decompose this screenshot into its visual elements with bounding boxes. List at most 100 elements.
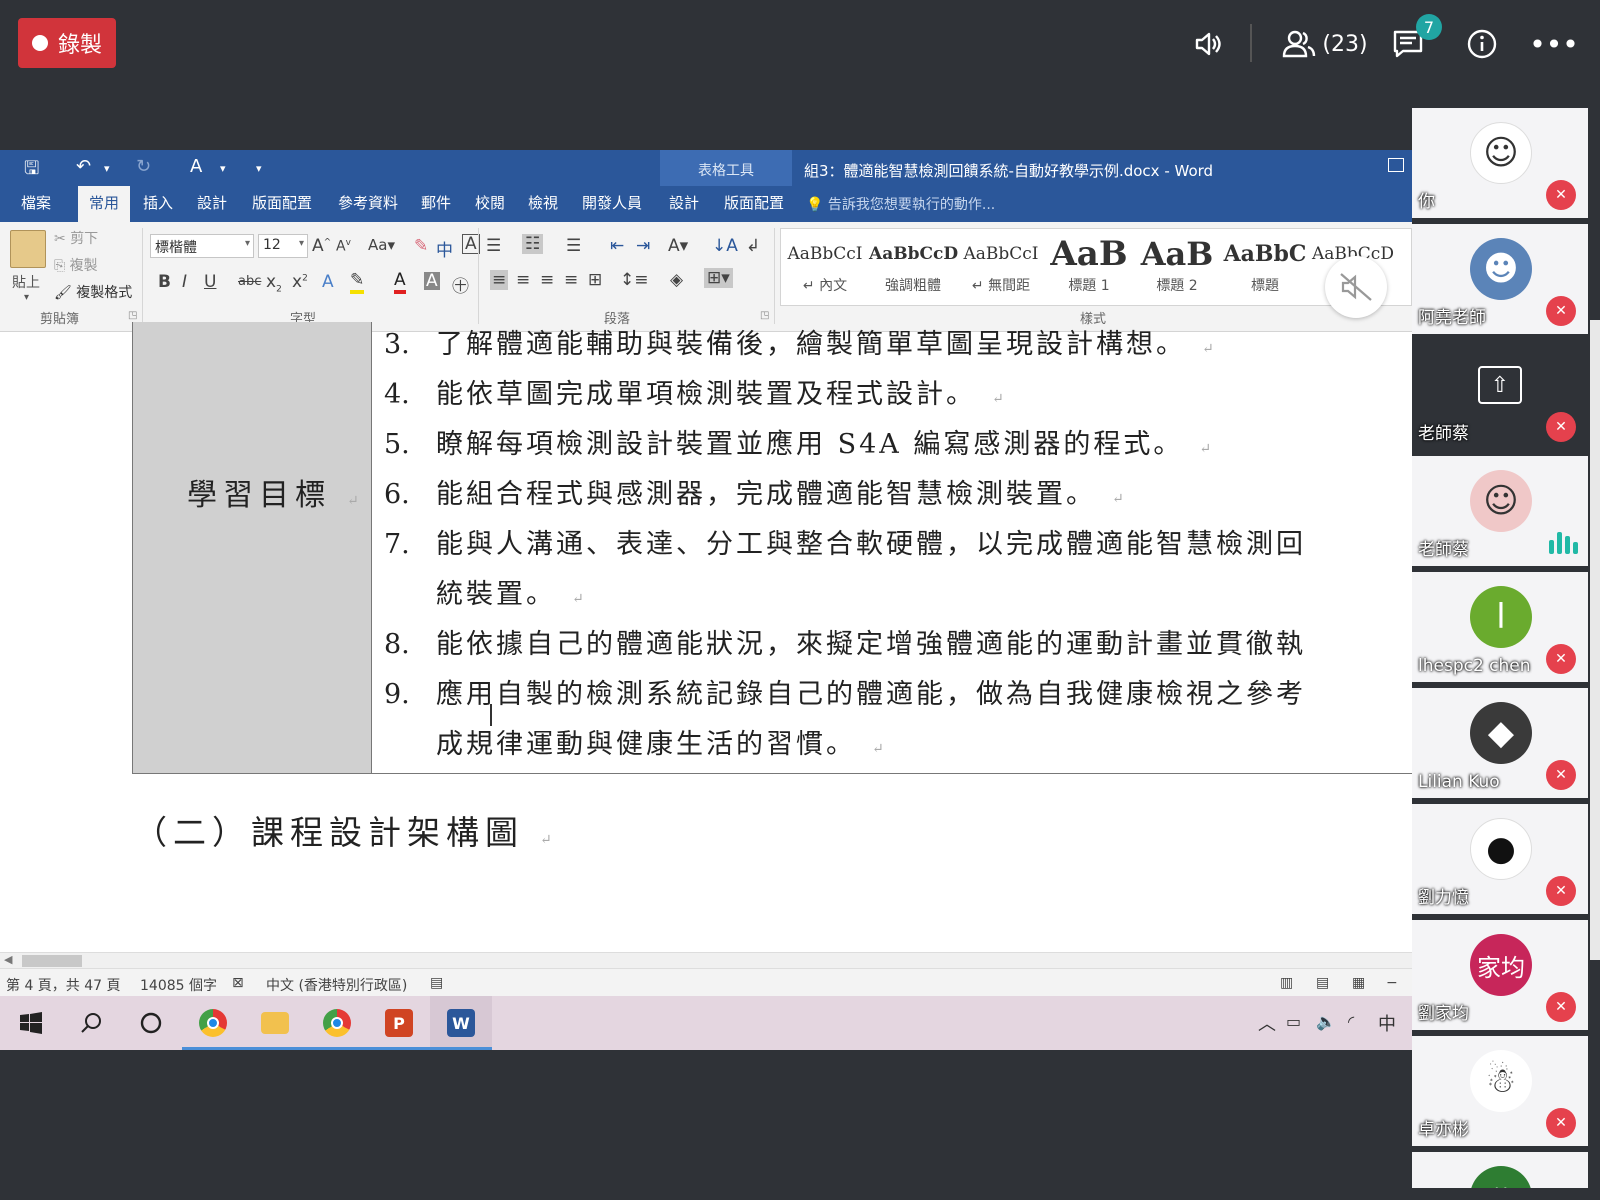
scrollbar-thumb[interactable] bbox=[22, 955, 82, 967]
font-name-dropdown-icon[interactable]: ▾ bbox=[245, 238, 250, 249]
show-hide-marks-icon[interactable]: ↲ bbox=[746, 236, 760, 256]
word-count[interactable]: 14085 個字 bbox=[140, 975, 217, 995]
participant-tile[interactable]: ☺ 你 ✕ bbox=[1412, 108, 1588, 218]
tray-overflow-icon[interactable]: ︿ bbox=[1258, 1010, 1276, 1036]
change-case-icon[interactable]: Aa▾ bbox=[368, 236, 395, 254]
style-no-spacing[interactable]: AaBbCcI ↵ 無間距 bbox=[957, 229, 1045, 305]
page-count[interactable]: 第 4 頁，共 47 頁 bbox=[6, 975, 121, 995]
underline-icon[interactable]: U bbox=[204, 272, 216, 292]
taskbar-chrome-profile[interactable] bbox=[306, 996, 368, 1050]
increase-indent-icon[interactable]: ⇥ bbox=[636, 236, 650, 256]
ime-indicator[interactable]: 中 bbox=[1378, 1010, 1396, 1036]
line-spacing-icon[interactable]: ↕≡ bbox=[620, 270, 649, 290]
volume-icon[interactable]: 🔈 bbox=[1316, 1012, 1336, 1031]
bold-icon[interactable]: B bbox=[158, 272, 171, 292]
battery-icon[interactable]: ▭ bbox=[1286, 1012, 1301, 1031]
borders-icon[interactable]: ⊞▾ bbox=[704, 268, 733, 288]
highlight-color-icon[interactable]: ✎ bbox=[350, 270, 365, 294]
search-icon[interactable] bbox=[60, 996, 122, 1050]
taskbar-chrome[interactable] bbox=[182, 996, 244, 1050]
shrink-font-icon[interactable]: Av bbox=[336, 238, 351, 255]
style-strong[interactable]: AaBbCcD 強調粗體 bbox=[869, 229, 958, 305]
decrease-indent-icon[interactable]: ⇤ bbox=[610, 236, 624, 256]
participant-tile[interactable]: ◆ Lilian Kuo ✕ bbox=[1412, 688, 1588, 798]
distributed-icon[interactable]: ⊞ bbox=[588, 270, 602, 290]
network-icon[interactable]: ◜ bbox=[1348, 1012, 1354, 1031]
tab-design[interactable]: 設計 bbox=[188, 186, 236, 222]
undo-dropdown-icon[interactable]: ▾ bbox=[104, 162, 110, 175]
sort-icon[interactable]: ↓A bbox=[712, 236, 738, 256]
enclose-icon[interactable]: ㊉ bbox=[452, 272, 469, 297]
taskbar-powerpoint[interactable]: P bbox=[368, 996, 430, 1050]
paste-dropdown-icon[interactable]: ▾ bbox=[24, 292, 29, 303]
save-icon[interactable]: 🖫 bbox=[24, 156, 39, 186]
tab-table-layout[interactable]: 版面配置 bbox=[716, 186, 792, 222]
multilevel-list-icon[interactable]: ☰ bbox=[566, 236, 581, 256]
clear-formatting-icon[interactable]: ✎ bbox=[414, 236, 428, 256]
subscript-icon[interactable]: x2 bbox=[266, 272, 282, 294]
format-painter-button[interactable]: 🖌 複製格式 bbox=[54, 282, 132, 302]
justify-icon[interactable]: ≡ bbox=[564, 270, 578, 290]
ribbon-display-options-icon[interactable] bbox=[1388, 158, 1404, 172]
participant-tile[interactable]: l lhespc2 chen ✕ bbox=[1412, 572, 1588, 682]
mute-audio-icon[interactable] bbox=[1325, 256, 1387, 318]
text-direction-icon[interactable]: A bbox=[190, 156, 202, 177]
text-effects-icon[interactable]: A bbox=[322, 272, 334, 292]
participants-button[interactable]: (23) bbox=[1276, 24, 1374, 64]
proofing-icon[interactable]: ⊠ bbox=[232, 975, 244, 991]
font-name-combo[interactable]: 標楷體 ▾ bbox=[150, 234, 254, 258]
bullets-icon[interactable]: ☰ bbox=[486, 236, 501, 256]
web-layout-icon[interactable]: ▦ bbox=[1352, 975, 1365, 991]
tab-layout[interactable]: 版面配置 bbox=[242, 186, 322, 222]
style-normal[interactable]: AaBbCcI ↵ 內文 bbox=[781, 229, 869, 305]
style-title[interactable]: AaBbC 標題 bbox=[1221, 229, 1309, 305]
participant-tile[interactable]: ☃ 卓亦彬 ✕ bbox=[1412, 1036, 1588, 1146]
asian-layout-icon[interactable]: A▾ bbox=[668, 236, 688, 256]
tab-home[interactable]: 常用 bbox=[78, 186, 130, 222]
numbering-icon[interactable]: ☷ bbox=[522, 234, 544, 254]
horizontal-scrollbar[interactable]: ◀ bbox=[0, 952, 1412, 968]
read-mode-icon[interactable]: ▥ bbox=[1280, 975, 1293, 991]
participant-tile[interactable]: ☺ 老師蔡 bbox=[1412, 456, 1588, 566]
text-direction-dropdown-icon[interactable]: ▾ bbox=[220, 162, 226, 175]
tell-me-box[interactable]: 💡 告訴我您想要執行的動作... bbox=[806, 194, 995, 214]
document-canvas[interactable]: 學習目標 ↵ 3. 了解體適能輔助與裝備後，繪製簡單草圖呈現設計構想。 ↵ 4. 能依草… bbox=[0, 322, 1412, 952]
taskbar-word[interactable]: W bbox=[430, 996, 492, 1050]
font-size-dropdown-icon[interactable]: ▾ bbox=[299, 238, 304, 249]
paragraph-launcher-icon[interactable]: ◳ bbox=[760, 310, 769, 321]
align-left-icon[interactable]: ≡ bbox=[490, 270, 509, 290]
tab-view[interactable]: 檢視 bbox=[519, 186, 567, 222]
macro-recording-icon[interactable]: ▤ bbox=[430, 975, 443, 991]
speaker-icon[interactable] bbox=[1188, 24, 1228, 64]
paste-icon[interactable] bbox=[10, 230, 46, 268]
record-button[interactable]: 錄製 bbox=[18, 18, 116, 68]
task-view-icon[interactable] bbox=[120, 996, 182, 1050]
style-heading-1[interactable]: AaB 標題 1 bbox=[1045, 229, 1133, 305]
style-heading-2[interactable]: AaB 標題 2 bbox=[1133, 229, 1221, 305]
enclose-characters-icon[interactable]: A bbox=[462, 234, 480, 254]
align-center-icon[interactable]: ≡ bbox=[516, 270, 530, 290]
zoom-out-icon[interactable]: − bbox=[1386, 975, 1398, 991]
language-status[interactable]: 中文 (香港特別行政區) bbox=[266, 975, 407, 995]
more-options-icon[interactable]: ••• bbox=[1529, 24, 1579, 64]
shading-icon[interactable]: ◈ bbox=[670, 270, 683, 290]
tab-developer[interactable]: 開發人員 bbox=[574, 186, 650, 222]
italic-icon[interactable]: I bbox=[182, 272, 187, 292]
align-right-icon[interactable]: ≡ bbox=[540, 270, 554, 290]
tab-insert[interactable]: 插入 bbox=[134, 186, 182, 222]
grow-font-icon[interactable]: A^ bbox=[312, 236, 331, 256]
participant-tile[interactable]: 黃 bbox=[1412, 1152, 1588, 1188]
info-icon[interactable] bbox=[1462, 24, 1502, 64]
strikethrough-icon[interactable]: abc bbox=[238, 274, 261, 289]
participant-tile[interactable]: 家均 劉家均 ✕ bbox=[1412, 920, 1588, 1030]
participant-tile[interactable]: ☻ 阿堯老師 ✕ bbox=[1412, 224, 1588, 334]
participant-tile[interactable]: ⇧ 老師蔡 ✕ bbox=[1412, 340, 1588, 450]
tab-mailings[interactable]: 郵件 bbox=[412, 186, 460, 222]
start-button[interactable] bbox=[0, 996, 62, 1050]
paste-button[interactable]: 貼上 bbox=[12, 272, 40, 292]
font-size-combo[interactable]: 12 ▾ bbox=[258, 234, 308, 258]
taskbar-file-explorer[interactable] bbox=[244, 996, 306, 1050]
participant-scrollbar[interactable] bbox=[1590, 320, 1600, 960]
tab-file[interactable]: 檔案 bbox=[6, 186, 66, 222]
clipboard-launcher-icon[interactable]: ◳ bbox=[128, 310, 137, 321]
